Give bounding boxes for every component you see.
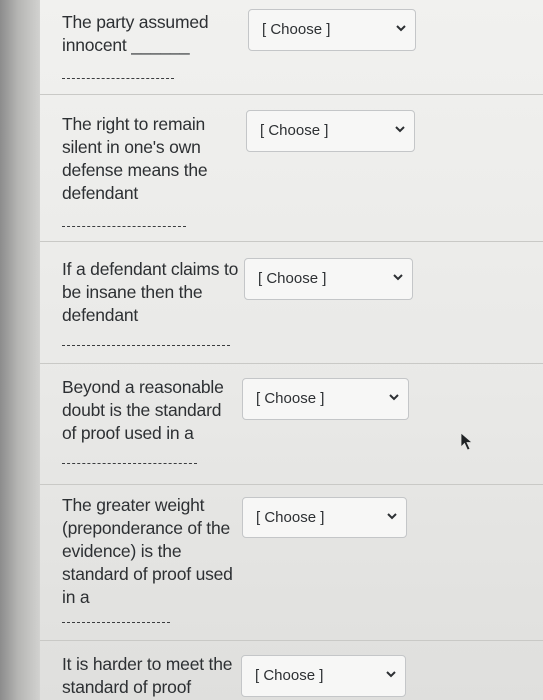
question-text-5: The greater weight (preponderance of the… [62, 495, 233, 607]
answer-blank-5 [62, 622, 170, 623]
chevron-down-icon [395, 126, 405, 133]
answer-blank-4 [62, 463, 197, 464]
question-row-2: The right to remain silent in one's own … [40, 94, 543, 242]
mouse-pointer-icon [460, 432, 474, 451]
question-text-2: The right to remain silent in one's own … [62, 114, 208, 203]
chevron-down-icon [396, 25, 406, 32]
select-label-4: [ Choose ] [256, 390, 325, 407]
chevron-down-icon [393, 274, 403, 281]
question-row-4: Beyond a reasonable doubt is the standar… [40, 363, 543, 485]
question-row-3: If a defendant claims to be insane then … [40, 241, 543, 364]
select-label-2: [ Choose ] [260, 122, 329, 139]
chevron-down-icon [386, 671, 396, 678]
answer-select-1[interactable]: [ Choose ] [248, 9, 416, 51]
answer-select-3[interactable]: [ Choose ] [244, 258, 413, 300]
answer-select-5[interactable]: [ Choose ] [242, 497, 407, 538]
answer-blank-3 [62, 345, 230, 346]
left-edge-shadow [0, 0, 40, 700]
question-text-6: It is harder to meet the standard of pro… [62, 654, 233, 697]
answer-select-2[interactable]: [ Choose ] [246, 110, 415, 152]
question-text-4: Beyond a reasonable doubt is the standar… [62, 377, 224, 443]
answer-select-4[interactable]: [ Choose ] [242, 378, 409, 420]
question-row-6: It is harder to meet the standard of pro… [40, 640, 543, 700]
question-text-3: If a defendant claims to be insane then … [62, 259, 239, 325]
question-text-1: The party assumed innocent ______ [62, 11, 232, 57]
select-label-1: [ Choose ] [262, 21, 331, 38]
select-label-5: [ Choose ] [256, 509, 325, 526]
question-row-5: The greater weight (preponderance of the… [40, 484, 543, 641]
quiz-matching-panel: The party assumed innocent ______ [ Choo… [40, 0, 543, 700]
answer-blank-2 [62, 226, 186, 227]
answer-blank-1 [62, 78, 174, 79]
inline-blank: ______ [131, 35, 190, 55]
answer-select-6[interactable]: [ Choose ] [241, 655, 406, 697]
chevron-down-icon [387, 513, 397, 520]
question-row-1: The party assumed innocent ______ [ Choo… [40, 0, 543, 95]
select-label-3: [ Choose ] [258, 270, 327, 287]
select-label-6: [ Choose ] [255, 667, 324, 684]
chevron-down-icon [389, 394, 399, 401]
